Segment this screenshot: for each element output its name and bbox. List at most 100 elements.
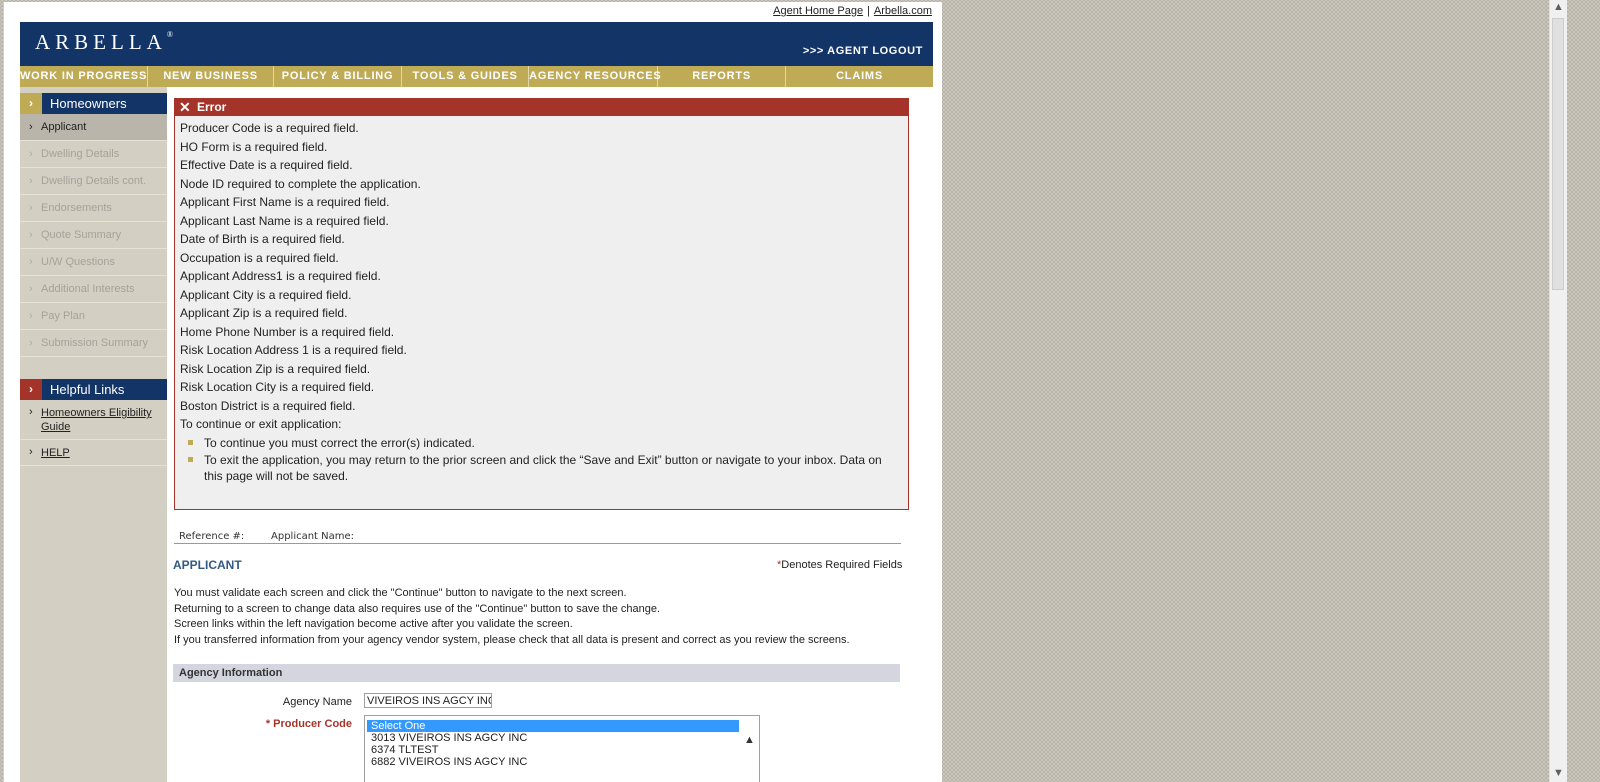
sidebar-item-pay-plan: › Pay Plan [20, 303, 167, 330]
agency-name-label: Agency Name [282, 696, 352, 708]
sidebar-item-label: Dwelling Details cont. [41, 175, 147, 187]
sidebar-section-title: Homeowners [50, 96, 127, 111]
chevron-down-icon[interactable]: ▼ [1553, 767, 1564, 779]
helpful-links-title: Helpful Links [50, 382, 125, 397]
helpful-link-help[interactable]: › HELP [20, 443, 167, 466]
sidebar-item-label: Endorsements [41, 202, 112, 214]
error-message: HO Form is a required field. [180, 139, 328, 154]
producer-option[interactable]: Select One [367, 720, 739, 732]
nav-reports[interactable]: REPORTS [658, 66, 787, 87]
agent-home-link[interactable]: Agent Home Page [773, 5, 863, 17]
error-messages: Producer Code is a required field. HO Fo… [175, 116, 908, 415]
error-message: Applicant Last Name is a required field. [180, 213, 389, 228]
link-separator: | [867, 5, 870, 17]
chevron-right-icon: › [29, 229, 33, 241]
sidebar-item-submission-summary: › Submission Summary [20, 330, 167, 357]
scrollbar-thumb[interactable] [1552, 18, 1564, 290]
sidebar-item-quote-summary: › Quote Summary [20, 222, 167, 249]
reference-number-label: Reference #: [179, 531, 245, 542]
sidebar-item-dwelling-details-cont: › Dwelling Details cont. [20, 168, 167, 195]
select-scrollbar[interactable]: ▲ [741, 720, 757, 782]
page-title: APPLICANT [173, 558, 242, 572]
producer-option[interactable]: 3013 VIVEIROS INS AGCY INC [367, 732, 739, 744]
producer-code-label: * Producer Code [265, 718, 352, 730]
error-panel: ✕ Error Producer Code is a required fiel… [174, 98, 909, 510]
sidebar-item-endorsements: › Endorsements [20, 195, 167, 222]
chevron-right-icon: › [29, 202, 33, 214]
chevron-right-icon: › [29, 148, 33, 160]
sidebar-item-label: Submission Summary [41, 337, 148, 349]
sidebar-item-label: Additional Interests [41, 283, 135, 295]
chevron-right-icon: › [29, 337, 33, 349]
error-message: Risk Location Zip is a required field. [180, 361, 371, 376]
applicant-name-label: Applicant Name: [271, 531, 355, 542]
producer-option[interactable]: 6374 TLTEST [367, 744, 739, 756]
error-message: Risk Location Address 1 is a required fi… [180, 343, 407, 357]
chevron-up-icon[interactable]: ▲ [744, 734, 755, 746]
sidebar-item-label: Pay Plan [41, 310, 86, 322]
close-icon: ✕ [179, 99, 191, 115]
top-links: Agent Home Page | Arbella.com [773, 5, 932, 17]
chevron-right-icon: › [20, 379, 42, 400]
error-message: Date of Birth is a required field. [180, 232, 345, 246]
error-message: Boston District is a required field. [180, 398, 356, 413]
sidebar-item-additional-interests: › Additional Interests [20, 276, 167, 303]
chevron-right-icon: › [29, 406, 33, 418]
chevron-right-icon: › [29, 283, 33, 295]
sidebar-homeowners-header: › Homeowners [20, 93, 167, 114]
agency-name-field[interactable]: VIVEIROS INS AGCY INC [364, 693, 492, 708]
sidebar-item-uw-questions: › U/W Questions [20, 249, 167, 276]
sidebar-item-dwelling-details: › Dwelling Details [20, 141, 167, 168]
chevron-right-icon: › [29, 446, 33, 458]
nav-work-in-progress[interactable]: WORK IN PROGRESS [20, 66, 149, 87]
registered-mark: ® [166, 30, 173, 39]
helpful-link-label[interactable]: HELP [41, 443, 161, 465]
error-instruction: To continue you must correct the error(s… [188, 435, 898, 451]
sidebar-item-label: Applicant [41, 121, 87, 133]
site-header: ARBELLA® >>> AGENT LOGOUT [20, 22, 933, 66]
required-fields-note: *Denotes Required Fields [777, 559, 902, 571]
nav-tools-guides[interactable]: TOOLS & GUIDES [402, 66, 530, 87]
producer-option[interactable]: 6882 VIVEIROS INS AGCY INC [367, 756, 739, 768]
error-exit-heading: To continue or exit application: [180, 417, 342, 431]
error-instruction: To exit the application, you may return … [188, 452, 898, 484]
required-note-text: Denotes Required Fields [781, 559, 903, 571]
sidebar-item-label: U/W Questions [41, 256, 115, 268]
sidebar-item-label: Quote Summary [41, 229, 122, 241]
sidebar-item-applicant[interactable]: › Applicant [20, 114, 167, 141]
error-message: Applicant First Name is a required field… [180, 195, 390, 209]
nav-claims[interactable]: CLAIMS [786, 66, 933, 87]
arbella-com-link[interactable]: Arbella.com [874, 5, 932, 17]
error-message: Home Phone Number is a required field. [180, 324, 395, 339]
arbella-logo[interactable]: ARBELLA® [35, 30, 173, 55]
instruction-line: If you transferred information from your… [174, 633, 850, 646]
error-title: Error [197, 100, 227, 114]
error-message: Applicant City is a required field. [180, 287, 352, 302]
error-message: Risk Location City is a required field. [180, 380, 375, 394]
nav-agency-resources[interactable]: AGENCY RESOURCES [529, 66, 661, 87]
error-message: Applicant Zip is a required field. [180, 306, 348, 320]
error-header: ✕ Error [175, 99, 908, 116]
agency-information-header: Agency Information [173, 664, 900, 682]
agent-logout-link[interactable]: >>> AGENT LOGOUT [803, 45, 923, 57]
nav-policy-billing[interactable]: POLICY & BILLING [274, 66, 403, 87]
chevron-right-icon: › [29, 310, 33, 322]
chevron-right-icon: › [20, 93, 42, 114]
helpful-link-label[interactable]: Homeowners Eligibility Guide [41, 403, 161, 439]
error-message: Occupation is a required field. [180, 250, 339, 265]
instruction-line: You must validate each screen and click … [174, 587, 627, 599]
instruction-line: Returning to a screen to change data als… [174, 602, 661, 615]
helpful-link-eligibility-guide[interactable]: › Homeowners Eligibility Guide [20, 403, 167, 440]
chevron-right-icon: › [29, 121, 33, 133]
window-scrollbar[interactable]: ▲ ▼ [1549, 0, 1567, 782]
producer-code-select[interactable]: Select One 3013 VIVEIROS INS AGCY INC 63… [364, 715, 760, 782]
error-instructions: To continue you must correct the error(s… [175, 435, 908, 484]
main-nav: WORK IN PROGRESS NEW BUSINESS POLICY & B… [20, 66, 933, 87]
reference-bar: Reference #: Applicant Name: [174, 531, 901, 544]
error-message: Producer Code is a required field. [180, 121, 359, 135]
chevron-up-icon[interactable]: ▲ [1553, 1, 1564, 13]
error-message: Applicant Address1 is a required field. [180, 269, 381, 283]
error-message: Effective Date is a required field. [180, 158, 353, 172]
sidebar-item-label: Dwelling Details [41, 148, 120, 160]
nav-new-business[interactable]: NEW BUSINESS [148, 66, 275, 87]
